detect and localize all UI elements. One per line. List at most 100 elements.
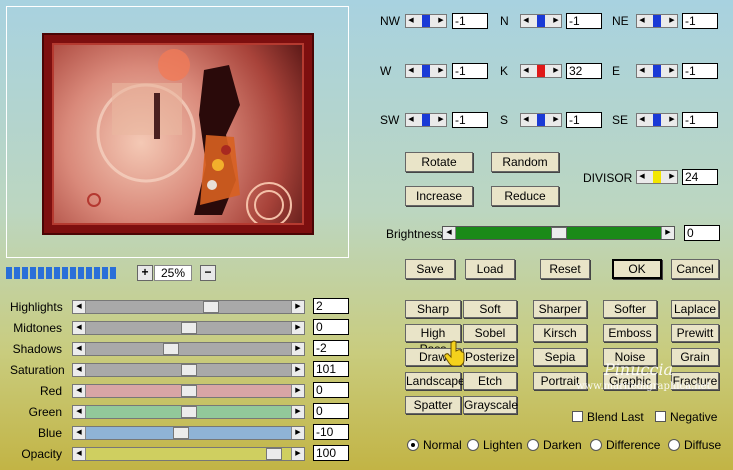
s-slider[interactable]: ◀ ▶ bbox=[520, 113, 562, 127]
shadows-thumb[interactable] bbox=[163, 343, 180, 355]
blue-thumb[interactable] bbox=[172, 427, 189, 439]
diffuse-radio[interactable] bbox=[668, 439, 680, 451]
divisor-thumb[interactable] bbox=[653, 171, 661, 183]
grain-button[interactable]: Grain bbox=[671, 348, 719, 366]
etch-button[interactable]: Etch bbox=[463, 372, 517, 390]
kirsch-button[interactable]: Kirsch bbox=[533, 324, 587, 342]
opacity-slider[interactable]: ◀ ▶ bbox=[72, 447, 305, 461]
brightness-slider[interactable]: ◀ ▶ bbox=[442, 226, 675, 240]
ok-button[interactable]: OK bbox=[612, 259, 662, 279]
difference-label: Difference bbox=[606, 438, 661, 452]
brightness-label: Brightness bbox=[386, 227, 443, 241]
blue-input[interactable]: -10 bbox=[313, 424, 349, 440]
softer-button[interactable]: Softer bbox=[603, 300, 657, 318]
red-thumb[interactable] bbox=[180, 385, 197, 397]
prewitt-button[interactable]: Prewitt bbox=[671, 324, 719, 342]
rotate-button[interactable]: Rotate bbox=[405, 152, 473, 172]
sw-label: SW bbox=[380, 113, 400, 127]
nw-thumb[interactable] bbox=[422, 15, 430, 27]
se-slider[interactable]: ◀ ▶ bbox=[636, 113, 678, 127]
s-input[interactable]: -1 bbox=[566, 112, 602, 128]
load-button[interactable]: Load bbox=[465, 259, 515, 279]
n-thumb[interactable] bbox=[537, 15, 545, 27]
sw-thumb[interactable] bbox=[422, 114, 430, 126]
green-slider[interactable]: ◀ ▶ bbox=[72, 405, 305, 419]
saturation-input[interactable]: 101 bbox=[313, 361, 349, 377]
divisor-input[interactable]: 24 bbox=[682, 169, 718, 185]
opacity-thumb[interactable] bbox=[266, 448, 283, 460]
random-button[interactable]: Random bbox=[491, 152, 559, 172]
zoom-out-button[interactable]: − bbox=[200, 265, 216, 281]
opacity-label: Opacity bbox=[21, 447, 62, 461]
n-input[interactable]: -1 bbox=[566, 13, 602, 29]
nw-input[interactable]: -1 bbox=[452, 13, 488, 29]
brightness-input[interactable]: 0 bbox=[684, 225, 720, 241]
darken-radio[interactable] bbox=[527, 439, 539, 451]
highlights-input[interactable]: 2 bbox=[313, 298, 349, 314]
hand-cursor-icon bbox=[444, 340, 466, 369]
e-slider[interactable]: ◀ ▶ bbox=[636, 64, 678, 78]
w-input[interactable]: -1 bbox=[452, 63, 488, 79]
saturation-thumb[interactable] bbox=[180, 364, 197, 376]
e-thumb[interactable] bbox=[653, 65, 661, 77]
zoom-in-button[interactable]: + bbox=[137, 265, 153, 281]
red-slider[interactable]: ◀ ▶ bbox=[72, 384, 305, 398]
saturation-slider[interactable]: ◀ ▶ bbox=[72, 363, 305, 377]
ne-slider[interactable]: ◀ ▶ bbox=[636, 14, 678, 28]
soft-button[interactable]: Soft bbox=[463, 300, 517, 318]
brightness-thumb[interactable] bbox=[550, 227, 567, 239]
normal-radio[interactable] bbox=[407, 439, 419, 451]
e-label: E bbox=[612, 64, 621, 78]
sepia-button[interactable]: Sepia bbox=[533, 348, 587, 366]
ne-input[interactable]: -1 bbox=[682, 13, 718, 29]
save-button[interactable]: Save bbox=[405, 259, 455, 279]
lighten-radio[interactable] bbox=[467, 439, 479, 451]
k-thumb[interactable] bbox=[537, 65, 545, 77]
blue-slider[interactable]: ◀ ▶ bbox=[72, 426, 305, 440]
spatter-button[interactable]: Spatter bbox=[405, 396, 461, 414]
w-thumb[interactable] bbox=[422, 65, 430, 77]
sw-input[interactable]: -1 bbox=[452, 112, 488, 128]
se-input[interactable]: -1 bbox=[682, 112, 718, 128]
cancel-button[interactable]: Cancel bbox=[671, 259, 719, 279]
reduce-button[interactable]: Reduce bbox=[491, 186, 559, 206]
laplace-button[interactable]: Laplace bbox=[671, 300, 719, 318]
ne-thumb[interactable] bbox=[653, 15, 661, 27]
highlights-slider[interactable]: ◀ ▶ bbox=[72, 300, 305, 314]
sobel-button[interactable]: Sobel bbox=[463, 324, 517, 342]
progress-segment bbox=[54, 267, 60, 279]
red-input[interactable]: 0 bbox=[313, 382, 349, 398]
opacity-input[interactable]: 100 bbox=[313, 445, 349, 461]
green-input[interactable]: 0 bbox=[313, 403, 349, 419]
midtones-slider[interactable]: ◀ ▶ bbox=[72, 321, 305, 335]
nw-slider[interactable]: ◀ ▶ bbox=[405, 14, 447, 28]
increase-button[interactable]: Increase bbox=[405, 186, 473, 206]
e-input[interactable]: -1 bbox=[682, 63, 718, 79]
sharp-button[interactable]: Sharp bbox=[405, 300, 461, 318]
landscape-button[interactable]: Landscape bbox=[405, 372, 465, 390]
emboss-button[interactable]: Emboss bbox=[603, 324, 657, 342]
blend-last-checkbox[interactable] bbox=[572, 411, 583, 422]
w-slider[interactable]: ◀ ▶ bbox=[405, 64, 447, 78]
sharper-button[interactable]: Sharper bbox=[533, 300, 587, 318]
sw-slider[interactable]: ◀ ▶ bbox=[405, 113, 447, 127]
divisor-slider[interactable]: ◀ ▶ bbox=[636, 170, 678, 184]
se-thumb[interactable] bbox=[653, 114, 661, 126]
s-thumb[interactable] bbox=[537, 114, 545, 126]
green-thumb[interactable] bbox=[180, 406, 197, 418]
negative-checkbox[interactable] bbox=[655, 411, 666, 422]
k-input[interactable]: 32 bbox=[566, 63, 602, 79]
highlights-thumb[interactable] bbox=[203, 301, 220, 313]
k-slider[interactable]: ◀ ▶ bbox=[520, 64, 562, 78]
midtones-thumb[interactable] bbox=[180, 322, 197, 334]
shadows-input[interactable]: -2 bbox=[313, 340, 349, 356]
shadows-slider[interactable]: ◀ ▶ bbox=[72, 342, 305, 356]
reset-button[interactable]: Reset bbox=[540, 259, 590, 279]
posterize-button[interactable]: Posterize bbox=[463, 348, 517, 366]
progress-segment bbox=[78, 267, 84, 279]
progress-segment bbox=[94, 267, 100, 279]
grayscale-button[interactable]: Grayscale bbox=[463, 396, 518, 414]
n-slider[interactable]: ◀ ▶ bbox=[520, 14, 562, 28]
difference-radio[interactable] bbox=[590, 439, 602, 451]
midtones-input[interactable]: 0 bbox=[313, 319, 349, 335]
